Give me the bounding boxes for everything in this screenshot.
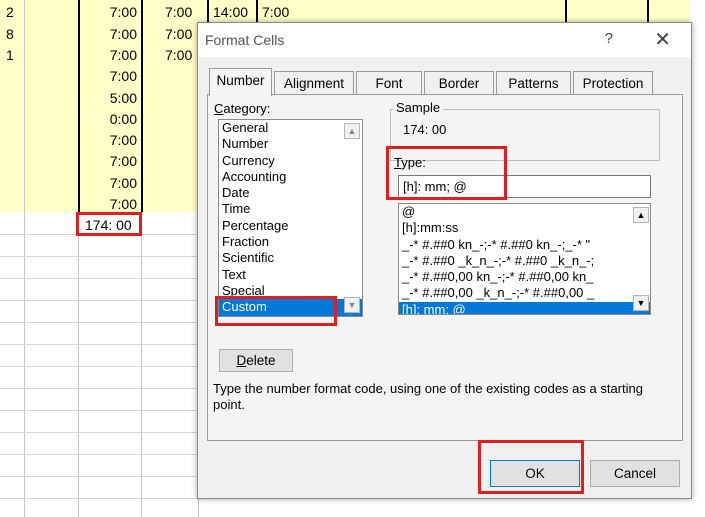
sample-label: Sample [393, 100, 444, 115]
format-cells-dialog: Format Cells ? ✕ Number Alignment Font B… [197, 22, 692, 499]
row-id-cell[interactable]: 1 [6, 47, 14, 63]
category-item[interactable]: Date [219, 185, 362, 201]
grid-vline-border [647, 0, 649, 22]
category-listbox[interactable]: General Number Currency Accounting Date … [218, 119, 363, 317]
time-cell[interactable]: 7:00 [110, 47, 137, 63]
tab-font[interactable]: Font [356, 71, 422, 95]
category-item[interactable]: Special [219, 283, 362, 299]
time-cell[interactable]: 7:00 [110, 175, 137, 191]
time-cell[interactable]: 7:00 [262, 4, 289, 20]
time-cell[interactable]: 7:00 [165, 26, 192, 42]
time-cell[interactable]: 0:00 [110, 111, 137, 127]
format-code-item[interactable]: _-* #.##0,00 kn_-;-* #.##0,00 kn_ [399, 269, 650, 285]
help-button[interactable]: ? [605, 30, 613, 47]
ok-button-label: OK [525, 466, 545, 481]
format-code-listbox[interactable]: @ [h]:mm:ss _-* #.##0 kn_-;-* #.##0 kn_-… [398, 203, 651, 315]
time-cell[interactable]: 7:00 [110, 196, 137, 212]
time-cell[interactable]: 7:00 [165, 47, 192, 63]
category-item[interactable]: Time [219, 201, 362, 217]
tab-border[interactable]: Border [424, 71, 494, 95]
time-cell[interactable]: 7:00 [110, 26, 137, 42]
time-cell[interactable]: 7:00 [110, 132, 137, 148]
category-item[interactable]: General [219, 120, 362, 136]
grid-vline [78, 212, 79, 517]
scroll-down-icon[interactable]: ▼ [344, 297, 360, 313]
category-item[interactable]: Percentage [219, 218, 362, 234]
format-code-item-selected[interactable]: [h]: mm; @ [399, 301, 650, 314]
delete-button-label: Delete [236, 353, 276, 368]
dialog-title: Format Cells [205, 32, 285, 48]
dialog-titlebar[interactable]: Format Cells ? ✕ [198, 23, 691, 57]
time-cell[interactable]: 14:00 [213, 4, 248, 20]
scroll-up-icon[interactable]: ▲ [633, 207, 649, 223]
time-cell[interactable]: 7:00 [110, 153, 137, 169]
scroll-down-icon[interactable]: ▼ [633, 295, 649, 311]
category-item[interactable]: Fraction [219, 234, 362, 250]
scroll-up-icon[interactable]: ▲ [344, 123, 360, 139]
tab-protection[interactable]: Protection [573, 71, 653, 95]
cancel-button[interactable]: Cancel [590, 460, 680, 487]
sample-value: 174: 00 [403, 122, 447, 137]
grid-vline-border [78, 0, 80, 212]
grid-vline [141, 212, 142, 517]
grid-vline-border [256, 0, 258, 22]
total-hours-cell[interactable]: 174: 00 [76, 212, 142, 236]
category-item-custom[interactable]: Custom [219, 299, 362, 316]
category-item[interactable]: Scientific [219, 250, 362, 266]
grid-vline-border [141, 0, 143, 212]
time-cell[interactable]: 7:00 [165, 4, 192, 20]
close-icon[interactable]: ✕ [654, 27, 671, 51]
delete-button[interactable]: Delete [219, 349, 293, 372]
format-code-item[interactable]: _-* #.##0 kn_-;-* #.##0 kn_-;_-* " [399, 237, 650, 253]
category-item[interactable]: Currency [219, 153, 362, 169]
grid-vline-border [565, 0, 567, 22]
category-item[interactable]: Number [219, 136, 362, 152]
time-cell[interactable]: 7:00 [110, 68, 137, 84]
format-code-item[interactable]: [h]:mm:ss [399, 220, 650, 236]
ok-button[interactable]: OK [490, 460, 580, 487]
time-cell[interactable]: 7:00 [110, 4, 137, 20]
tab-alignment[interactable]: Alignment [274, 71, 354, 95]
row-id-cell[interactable]: 8 [6, 26, 14, 42]
category-label: Category: [214, 101, 271, 116]
number-tab-panel: Category: General Number Currency Accoun… [207, 94, 683, 441]
format-code-item[interactable]: _-* #.##0,00 _k_n_-;-* #.##0,00 _ [399, 285, 650, 301]
category-item[interactable]: Accounting [219, 169, 362, 185]
help-text: Type the number format code, using one o… [213, 381, 643, 412]
tab-number[interactable]: Number [209, 68, 272, 96]
format-code-item[interactable]: @ [399, 204, 650, 220]
category-item[interactable]: Text [219, 267, 362, 283]
format-code-item[interactable]: _-* #.##0 _k_n_-;-* #.##0 _k_n_-; [399, 253, 650, 269]
cancel-button-label: Cancel [613, 466, 657, 481]
time-cell[interactable]: 5:00 [110, 90, 137, 106]
type-label: Type: [394, 155, 426, 170]
type-input[interactable]: [h]: mm; @ [398, 175, 651, 198]
row-id-cell[interactable]: 2 [6, 4, 14, 20]
grid-vline [24, 0, 25, 517]
tab-patterns[interactable]: Patterns [496, 71, 571, 95]
